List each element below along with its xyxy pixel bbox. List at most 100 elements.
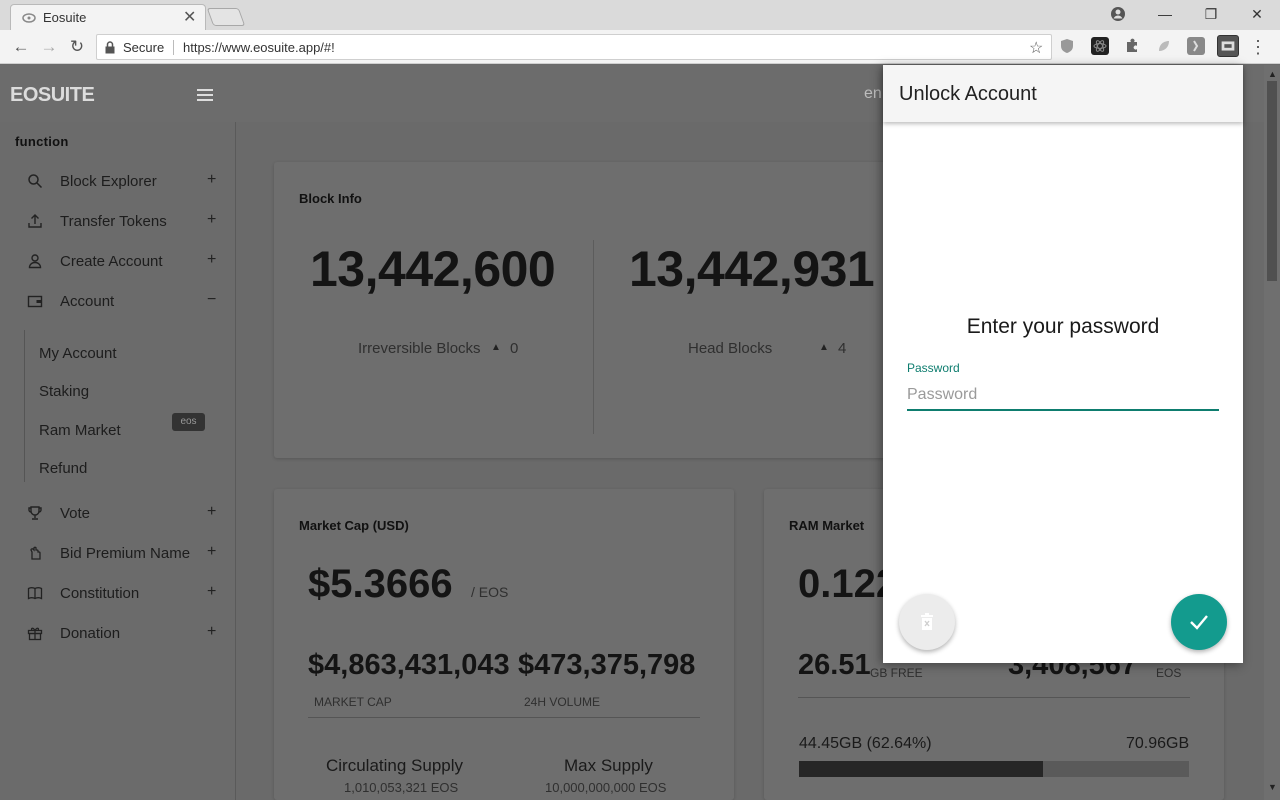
- browser-toolbar: ← → ↻ Secure https://www.eosuite.app/#! …: [0, 30, 1280, 64]
- back-icon[interactable]: ←: [10, 36, 32, 58]
- browser-tab[interactable]: Eosuite ✕: [10, 4, 206, 30]
- puzzle-extension-icon[interactable]: [1123, 37, 1141, 55]
- check-icon: [1190, 615, 1208, 630]
- ram-used-text: 44.45GB (62.64%): [799, 735, 932, 752]
- collapse-icon[interactable]: −: [207, 291, 216, 309]
- hamburger-menu-icon[interactable]: [197, 89, 213, 102]
- expand-icon[interactable]: +: [207, 583, 216, 601]
- sidebar-heading: function: [15, 134, 69, 149]
- head-blocks-delta: 4: [838, 340, 847, 357]
- dialog-title: Unlock Account: [899, 83, 1037, 105]
- volume-value: $473,375,798: [518, 649, 696, 681]
- shield-extension-icon[interactable]: [1058, 37, 1076, 55]
- circulating-supply-label: Circulating Supply: [326, 756, 464, 775]
- expand-icon[interactable]: +: [207, 171, 216, 189]
- secure-label: Secure: [123, 40, 165, 55]
- card-title: Block Info: [299, 191, 362, 206]
- scatter-extension-icon[interactable]: [1217, 35, 1239, 57]
- eos-badge: eos: [172, 413, 205, 431]
- divider: [798, 697, 1190, 698]
- sidebar-subitem-ram-market[interactable]: Ram Market: [39, 422, 121, 439]
- ram-total-text: 70.96GB: [1126, 735, 1190, 752]
- url-text[interactable]: https://www.eosuite.app/#!: [183, 40, 335, 55]
- column-divider: [593, 240, 594, 434]
- react-extension-icon[interactable]: [1091, 37, 1109, 55]
- minimize-icon[interactable]: —: [1150, 4, 1180, 24]
- bookmark-star-icon[interactable]: ☆: [1029, 38, 1043, 58]
- caret-up-icon: ▲: [819, 342, 829, 353]
- favicon-icon: [22, 13, 36, 23]
- expand-icon[interactable]: +: [207, 623, 216, 641]
- search-icon: [28, 174, 43, 189]
- trash-icon: [921, 613, 933, 630]
- forward-icon[interactable]: →: [38, 36, 60, 58]
- sidebar-item-label: Block Explorer: [60, 173, 157, 190]
- scroll-thumb[interactable]: [1267, 81, 1277, 281]
- expand-icon[interactable]: +: [207, 211, 216, 229]
- head-blocks-value: 13,442,931: [629, 241, 875, 297]
- dialog-header: Unlock Account: [883, 65, 1243, 122]
- upload-icon: [28, 214, 42, 228]
- sidebar-item-donation[interactable]: Donation +: [0, 616, 236, 656]
- tab-close-icon[interactable]: ✕: [183, 7, 196, 27]
- sidebar-item-label: Donation: [60, 625, 121, 642]
- new-tab-button[interactable]: [206, 8, 246, 26]
- page-scrollbar[interactable]: ▲ ▼: [1264, 65, 1280, 800]
- wallet-icon: [27, 295, 43, 308]
- trophy-icon: [28, 506, 42, 520]
- reload-icon[interactable]: ↻: [66, 36, 88, 58]
- expand-icon[interactable]: +: [207, 251, 216, 269]
- restore-icon[interactable]: ❐: [1196, 4, 1226, 24]
- sidebar-item-label: Bid Premium Name: [60, 545, 191, 562]
- brand-logo[interactable]: EOSUITE: [10, 84, 95, 107]
- language-selector[interactable]: en: [864, 85, 882, 103]
- address-bar[interactable]: Secure https://www.eosuite.app/#! ☆: [96, 34, 1052, 60]
- ram-usage-bar: [799, 761, 1189, 777]
- max-supply-label: Max Supply: [564, 756, 653, 775]
- eos-price-unit: / EOS: [471, 584, 509, 600]
- browser-menu-icon[interactable]: ⋮: [1247, 36, 1269, 58]
- sidebar-item-bid-premium-name[interactable]: Bid Premium Name +: [0, 536, 236, 576]
- scroll-up-icon[interactable]: ▲: [1268, 69, 1277, 79]
- market-cap-card: Market Cap (USD) $5.3666 / EOS $4,863,43…: [274, 489, 734, 800]
- sidebar-item-label: Constitution: [60, 585, 140, 602]
- leaf-extension-icon[interactable]: [1155, 37, 1173, 55]
- sidebar-item-account[interactable]: Account −: [0, 284, 236, 324]
- hand-icon: [30, 546, 41, 560]
- gift-icon: [27, 627, 43, 641]
- wallet-extension-icon[interactable]: [1187, 37, 1205, 55]
- sidebar-item-create-account[interactable]: Create Account +: [0, 244, 236, 284]
- expand-icon[interactable]: +: [207, 543, 216, 561]
- browser-tab-bar: Eosuite ✕ — ❐ ✕: [0, 0, 1280, 30]
- omnibox-divider: [173, 40, 174, 55]
- max-supply-value: 10,000,000,000 EOS: [545, 780, 667, 795]
- tab-title: Eosuite: [43, 10, 87, 25]
- card-title: RAM Market: [789, 518, 865, 533]
- sidebar-subitem-staking[interactable]: Staking: [39, 383, 89, 400]
- delete-button[interactable]: [899, 594, 955, 650]
- sidebar-item-transfer-tokens[interactable]: Transfer Tokens +: [0, 204, 236, 244]
- sidebar-item-constitution[interactable]: Constitution +: [0, 576, 236, 616]
- unlock-account-dialog: Unlock Account Enter your password Passw…: [883, 65, 1243, 663]
- volume-label: 24H VOLUME: [524, 695, 601, 709]
- sidebar-item-label: Create Account: [60, 253, 163, 270]
- expand-icon[interactable]: +: [207, 503, 216, 521]
- sidebar-item-label: Account: [60, 293, 115, 310]
- profile-icon[interactable]: [1110, 6, 1126, 22]
- ram-free-value: 26.51: [798, 649, 871, 681]
- sidebar-subitem-refund[interactable]: Refund: [39, 460, 87, 477]
- password-input[interactable]: [907, 381, 1219, 411]
- window-close-icon[interactable]: ✕: [1242, 4, 1272, 24]
- confirm-button[interactable]: [1171, 594, 1227, 650]
- sidebar-subitem-my-account[interactable]: My Account: [39, 345, 117, 362]
- sidebar-item-vote[interactable]: Vote +: [0, 496, 236, 536]
- irreversible-blocks-value: 13,442,600: [310, 241, 556, 297]
- irreversible-blocks-label: Irreversible Blocks: [358, 340, 481, 357]
- submenu-line: [24, 330, 25, 482]
- divider: [308, 717, 700, 718]
- market-cap-value: $4,863,431,043: [308, 649, 510, 681]
- ram-usage-fill: [799, 761, 1044, 777]
- sidebar-item-block-explorer[interactable]: Block Explorer +: [0, 164, 236, 204]
- scroll-down-icon[interactable]: ▼: [1268, 782, 1277, 792]
- card-title: Market Cap (USD): [299, 518, 409, 533]
